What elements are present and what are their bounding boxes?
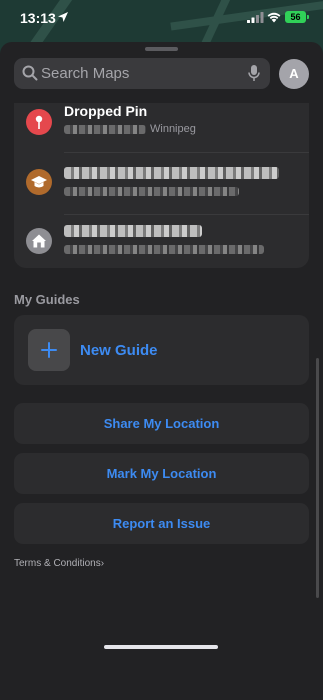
pin-icon bbox=[26, 109, 52, 135]
recent-title: Dropped Pin bbox=[64, 103, 148, 119]
bottom-sheet[interactable]: Search Maps A Dropped Pin Winnipeg My Gu… bbox=[0, 42, 323, 700]
terms-link[interactable]: Terms & Conditions› bbox=[14, 558, 104, 569]
search-placeholder[interactable]: Search Maps bbox=[41, 65, 129, 82]
microphone-icon[interactable] bbox=[248, 65, 260, 82]
redacted-text bbox=[64, 225, 202, 237]
home-icon bbox=[26, 228, 52, 254]
search-bar[interactable]: Search Maps bbox=[14, 58, 270, 89]
redacted-text bbox=[64, 187, 239, 196]
location-arrow-icon bbox=[58, 12, 68, 22]
chevron-right-icon: › bbox=[100, 558, 105, 569]
my-guides-heading: My Guides bbox=[14, 292, 80, 307]
mark-location-button[interactable]: Mark My Location bbox=[14, 453, 309, 494]
new-guide-button[interactable]: New Guide bbox=[14, 315, 309, 385]
list-item[interactable]: Dropped Pin Winnipeg bbox=[14, 103, 309, 153]
wifi-icon bbox=[267, 12, 281, 23]
home-indicator[interactable] bbox=[104, 645, 218, 649]
cellular-signal-icon bbox=[247, 12, 264, 23]
terms-label: Terms & Conditions bbox=[14, 558, 101, 569]
plus-icon bbox=[41, 342, 57, 358]
report-issue-button[interactable]: Report an Issue bbox=[14, 503, 309, 544]
plus-icon-tile bbox=[28, 329, 70, 371]
battery-cap bbox=[307, 15, 309, 19]
redacted-text bbox=[64, 245, 264, 254]
status-time: 13:13 bbox=[20, 10, 56, 26]
redacted-text bbox=[64, 167, 279, 179]
status-bar: 13:13 56 bbox=[0, 0, 323, 34]
list-item[interactable] bbox=[14, 215, 309, 268]
account-avatar[interactable]: A bbox=[279, 59, 309, 89]
search-icon bbox=[22, 65, 38, 81]
recent-subtitle: Winnipeg bbox=[150, 123, 196, 135]
redacted-text bbox=[64, 125, 146, 134]
graduation-cap-icon bbox=[26, 169, 52, 195]
list-item[interactable] bbox=[14, 153, 309, 215]
recents-list: Dropped Pin Winnipeg bbox=[14, 103, 309, 268]
scrollbar[interactable] bbox=[316, 358, 319, 598]
new-guide-label: New Guide bbox=[80, 342, 158, 359]
sheet-grabber[interactable] bbox=[145, 47, 178, 51]
share-location-button[interactable]: Share My Location bbox=[14, 403, 309, 444]
battery-indicator: 56 bbox=[285, 11, 306, 23]
